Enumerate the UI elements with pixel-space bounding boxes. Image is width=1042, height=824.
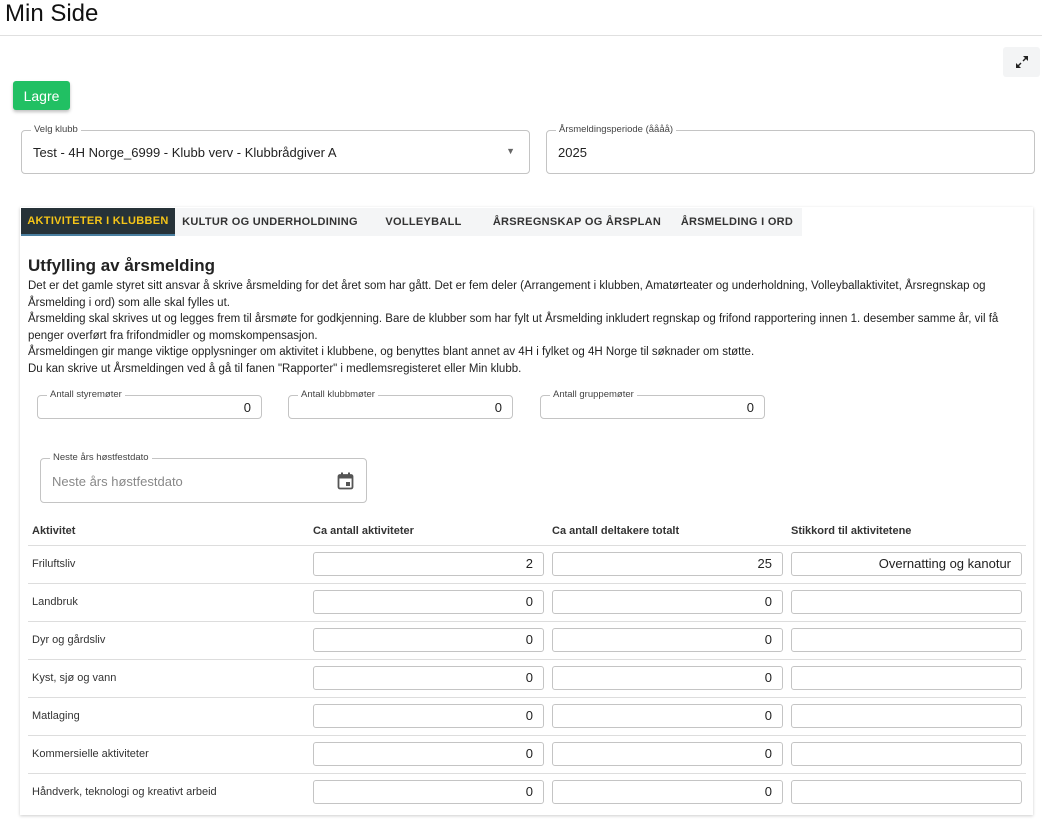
participants-input[interactable]: 0 [552, 742, 783, 766]
intro-text: Det er det gamle styret sitt ansvar å sk… [28, 278, 1028, 377]
period-label: Årsmeldingsperiode (åååå) [556, 124, 677, 135]
board-meetings-input[interactable]: Antall styremøter 0 [37, 389, 262, 419]
participants-input[interactable]: 0 [552, 590, 783, 614]
save-button[interactable]: Lagre [13, 81, 70, 110]
harvest-date-placeholder: Neste års høstfestdato [52, 474, 183, 489]
keywords-input[interactable] [791, 666, 1022, 690]
page-title: Min Side [5, 0, 99, 27]
expand-icon [1015, 56, 1028, 68]
chevron-down-icon: ▼ [506, 146, 515, 156]
keywords-input[interactable] [791, 704, 1022, 728]
activity-count-input[interactable]: 0 [313, 704, 544, 728]
group-meetings-input[interactable]: Antall gruppemøter 0 [540, 389, 765, 419]
period-input[interactable]: Årsmeldingsperiode (åååå) 2025 [546, 124, 1035, 174]
club-meetings-label: Antall klubbmøter [298, 389, 378, 400]
activity-count-input[interactable]: 0 [313, 628, 544, 652]
activity-name: Friluftsliv [28, 544, 309, 583]
activity-name: Landbruk [28, 582, 309, 621]
club-select-label: Velg klubb [31, 124, 81, 135]
period-value: 2025 [558, 145, 587, 160]
activities-table: Aktivitet Ca antall aktiviteter Ca antal… [28, 517, 1026, 811]
col-activity: Aktivitet [32, 524, 76, 537]
participants-input[interactable]: 0 [552, 666, 783, 690]
intro-paragraph: Årsmeldingen gir mange viktige opplysnin… [28, 346, 755, 358]
tab-volleyball[interactable]: VOLLEYBALL [365, 208, 482, 236]
harvest-date-input[interactable]: Neste års høstfestdato Neste års høstfes… [40, 452, 367, 503]
club-meetings-input[interactable]: Antall klubbmøter 0 [288, 389, 513, 419]
col-count: Ca antall aktiviteter [313, 524, 414, 537]
participants-input[interactable]: 25 [552, 552, 783, 576]
table-row: Håndverk, teknologi og kreativt arbeid 0… [28, 772, 1026, 811]
group-meetings-value: 0 [746, 400, 754, 415]
activity-name: Dyr og gårdsliv [28, 620, 309, 659]
section-heading: Utfylling av årsmelding [28, 256, 216, 275]
participants-input[interactable]: 0 [552, 780, 783, 805]
activity-name: Kommersielle aktiviteter [28, 734, 309, 773]
activity-name: Håndverk, teknologi og kreativt arbeid [28, 772, 309, 811]
table-row: Landbruk 0 0 [28, 582, 1026, 621]
participants-input[interactable]: 0 [552, 628, 783, 652]
board-meetings-label: Antall styremøter [47, 389, 125, 400]
expand-button[interactable] [1003, 47, 1040, 77]
board-meetings-value: 0 [243, 400, 251, 415]
group-meetings-label: Antall gruppemøter [550, 389, 637, 400]
calendar-icon[interactable] [337, 472, 354, 490]
tab-accounts[interactable]: ÅRSREGNSKAP OG ÅRSPLAN [482, 208, 672, 236]
activity-count-input[interactable]: 0 [313, 742, 544, 766]
keywords-input[interactable] [791, 742, 1022, 766]
intro-paragraph: Årsmelding skal skrives ut og legges fre… [28, 313, 999, 342]
table-row: Kyst, sjø og vann 0 0 [28, 658, 1026, 697]
table-row: Friluftsliv 2 25 Overnatting og kanotur [28, 544, 1026, 583]
keywords-input[interactable]: Overnatting og kanotur [791, 552, 1022, 576]
table-row: Kommersielle aktiviteter 0 0 [28, 734, 1026, 773]
activity-count-input[interactable]: 2 [313, 552, 544, 576]
intro-paragraph: Du kan skrive ut Årsmeldingen ved å gå t… [28, 362, 522, 375]
keywords-input[interactable] [791, 628, 1022, 652]
col-keywords: Stikkord til aktivitetene [791, 524, 912, 537]
divider [0, 35, 1042, 36]
activity-name: Matlaging [28, 696, 309, 735]
club-meetings-value: 0 [494, 400, 502, 415]
tab-bar: AKTIVITETER I KLUBBEN KULTUR OG UNDERHOL… [21, 208, 802, 236]
activity-count-input[interactable]: 0 [313, 590, 544, 614]
activity-name: Kyst, sjø og vann [28, 658, 309, 697]
keywords-input[interactable] [791, 780, 1022, 805]
activity-count-input[interactable]: 0 [313, 666, 544, 690]
tab-activities[interactable]: AKTIVITETER I KLUBBEN [21, 208, 175, 236]
col-participants: Ca antall deltakere totalt [552, 524, 680, 537]
tab-culture[interactable]: KULTUR OG UNDERHOLDINING [175, 208, 365, 236]
tab-report-words[interactable]: ÅRSMELDING I ORD [672, 208, 802, 236]
participants-input[interactable]: 0 [552, 704, 783, 728]
harvest-date-label: Neste års høstfestdato [50, 452, 152, 463]
intro-paragraph: Det er det gamle styret sitt ansvar å sk… [28, 280, 986, 309]
club-select-value: Test - 4H Norge_6999 - Klubb verv - Klub… [33, 145, 337, 160]
activity-count-input[interactable]: 0 [313, 780, 544, 805]
club-select[interactable]: Velg klubb Test - 4H Norge_6999 - Klubb … [21, 124, 530, 174]
keywords-input[interactable] [791, 590, 1022, 614]
table-row: Matlaging 0 0 [28, 696, 1026, 735]
table-row: Dyr og gårdsliv 0 0 [28, 620, 1026, 659]
